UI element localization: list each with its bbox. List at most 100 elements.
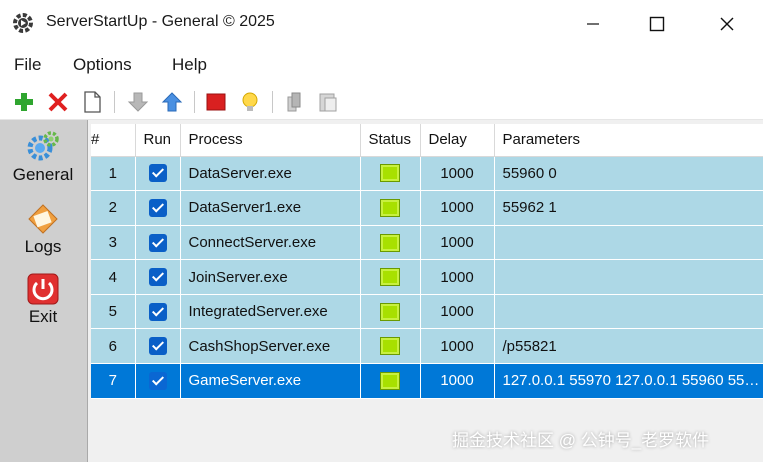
sidebar-item-exit[interactable]: Exit bbox=[0, 272, 86, 327]
process-name: JoinServer.exe bbox=[180, 259, 361, 295]
row-number: 7 bbox=[91, 363, 136, 399]
status-cell bbox=[360, 225, 421, 261]
run-cell bbox=[135, 259, 181, 295]
delete-icon bbox=[48, 92, 68, 112]
delay-value: 1000 bbox=[420, 190, 495, 226]
process-name: DataServer.exe bbox=[180, 156, 361, 192]
move-up-button[interactable] bbox=[160, 90, 184, 114]
column-header-process[interactable]: Process bbox=[180, 124, 361, 157]
table-row[interactable]: 5 IntegratedServer.exe 1000 bbox=[91, 294, 763, 330]
title-bar[interactable]: ServerStartUp - General © 2025 bbox=[0, 0, 763, 48]
add-button[interactable] bbox=[12, 90, 36, 114]
run-checkbox[interactable] bbox=[148, 233, 167, 252]
column-header-parameters[interactable]: Parameters bbox=[494, 124, 763, 157]
status-indicator bbox=[380, 337, 400, 356]
column-header-number[interactable]: # bbox=[91, 124, 136, 157]
move-down-icon bbox=[127, 92, 149, 112]
status-indicator bbox=[380, 371, 400, 390]
row-number: 2 bbox=[91, 190, 136, 226]
toolbar-separator bbox=[272, 91, 273, 113]
row-number: 4 bbox=[91, 259, 136, 295]
maximize-button[interactable] bbox=[624, 0, 690, 48]
run-cell bbox=[135, 294, 181, 330]
status-cell bbox=[360, 190, 421, 226]
run-checkbox[interactable] bbox=[148, 164, 167, 183]
sidebar-item-label: Exit bbox=[28, 307, 58, 326]
table-row[interactable]: 1 DataServer.exe 1000 55960 0 bbox=[91, 156, 763, 192]
run-checkbox[interactable] bbox=[148, 302, 167, 321]
paste-icon bbox=[319, 93, 337, 112]
stop-icon bbox=[206, 93, 226, 111]
status-indicator bbox=[380, 268, 400, 287]
parameters-value: 55960 0 bbox=[494, 156, 763, 192]
status-cell bbox=[360, 328, 421, 365]
sidebar-item-label: Logs bbox=[24, 237, 62, 256]
move-up-icon bbox=[161, 92, 183, 112]
copy-icon bbox=[287, 92, 301, 112]
sidebar-item-label: General bbox=[12, 165, 74, 184]
bulb-icon bbox=[242, 92, 258, 111]
table-row[interactable]: 3 ConnectServer.exe 1000 bbox=[91, 225, 763, 261]
delay-value: 1000 bbox=[420, 294, 495, 330]
menu-help[interactable]: Help bbox=[172, 55, 207, 75]
log-icon bbox=[28, 204, 58, 234]
column-header-delay[interactable]: Delay bbox=[420, 124, 495, 157]
row-number: 3 bbox=[91, 225, 136, 261]
status-indicator bbox=[380, 164, 400, 183]
copy-button[interactable] bbox=[282, 90, 306, 114]
watermark-text: 掘金技术社区 @ 公钟号_老罗软件 bbox=[452, 431, 710, 450]
parameters-value: /p55821 bbox=[494, 328, 763, 365]
run-checkbox[interactable] bbox=[148, 371, 167, 390]
run-cell bbox=[135, 328, 181, 365]
app-window: ServerStartUp - General © 2025 File Opti… bbox=[0, 0, 763, 462]
column-header-status[interactable]: Status bbox=[360, 124, 421, 157]
menu-bar: File Options Help bbox=[0, 48, 763, 84]
close-button[interactable] bbox=[694, 0, 760, 48]
parameters-value bbox=[494, 225, 763, 261]
gears-icon bbox=[27, 131, 59, 161]
column-header-run[interactable]: Run bbox=[135, 124, 181, 157]
menu-file[interactable]: File bbox=[14, 55, 41, 75]
table-header-row: # Run Process Status Delay Parameters bbox=[91, 124, 763, 157]
process-name: GameServer.exe bbox=[180, 363, 361, 399]
maximize-icon bbox=[649, 16, 665, 32]
close-icon bbox=[720, 17, 734, 31]
delay-value: 1000 bbox=[420, 225, 495, 261]
minimize-button[interactable] bbox=[560, 0, 626, 48]
table-row[interactable]: 2 DataServer1.exe 1000 55962 1 bbox=[91, 190, 763, 226]
stop-button[interactable] bbox=[204, 90, 228, 114]
delay-value: 1000 bbox=[420, 156, 495, 192]
run-cell bbox=[135, 156, 181, 192]
move-down-button[interactable] bbox=[126, 90, 150, 114]
process-table: # Run Process Status Delay Parameters 1 … bbox=[91, 124, 763, 399]
status-indicator bbox=[380, 233, 400, 252]
table-row[interactable]: 4 JoinServer.exe 1000 bbox=[91, 259, 763, 295]
hint-button[interactable] bbox=[238, 90, 262, 114]
table-row[interactable]: 6 CashShopServer.exe 1000 /p55821 bbox=[91, 328, 763, 365]
sidebar-item-general[interactable]: General bbox=[0, 130, 86, 185]
sidebar-item-logs[interactable]: Logs bbox=[0, 202, 86, 257]
process-name: DataServer1.exe bbox=[180, 190, 361, 226]
table-row-selected[interactable]: 7 GameServer.exe 1000 127.0.0.1 55970 12… bbox=[91, 363, 763, 399]
paste-button[interactable] bbox=[316, 90, 340, 114]
delay-value: 1000 bbox=[420, 328, 495, 365]
toolbar bbox=[0, 84, 763, 120]
run-checkbox[interactable] bbox=[148, 268, 167, 287]
new-document-icon bbox=[84, 91, 101, 113]
status-cell bbox=[360, 294, 421, 330]
run-checkbox[interactable] bbox=[148, 337, 167, 356]
run-checkbox[interactable] bbox=[148, 198, 167, 217]
sidebar: General Logs Exit bbox=[0, 120, 88, 462]
power-icon bbox=[27, 273, 59, 305]
menu-options[interactable]: Options bbox=[73, 55, 132, 75]
run-cell bbox=[135, 363, 181, 399]
new-button[interactable] bbox=[80, 90, 104, 114]
delete-button[interactable] bbox=[46, 90, 70, 114]
status-indicator bbox=[380, 302, 400, 321]
app-gear-icon bbox=[12, 12, 34, 34]
process-name: ConnectServer.exe bbox=[180, 225, 361, 261]
row-number: 1 bbox=[91, 156, 136, 192]
add-icon bbox=[15, 93, 33, 111]
row-number: 5 bbox=[91, 294, 136, 330]
process-name: CashShopServer.exe bbox=[180, 328, 361, 365]
